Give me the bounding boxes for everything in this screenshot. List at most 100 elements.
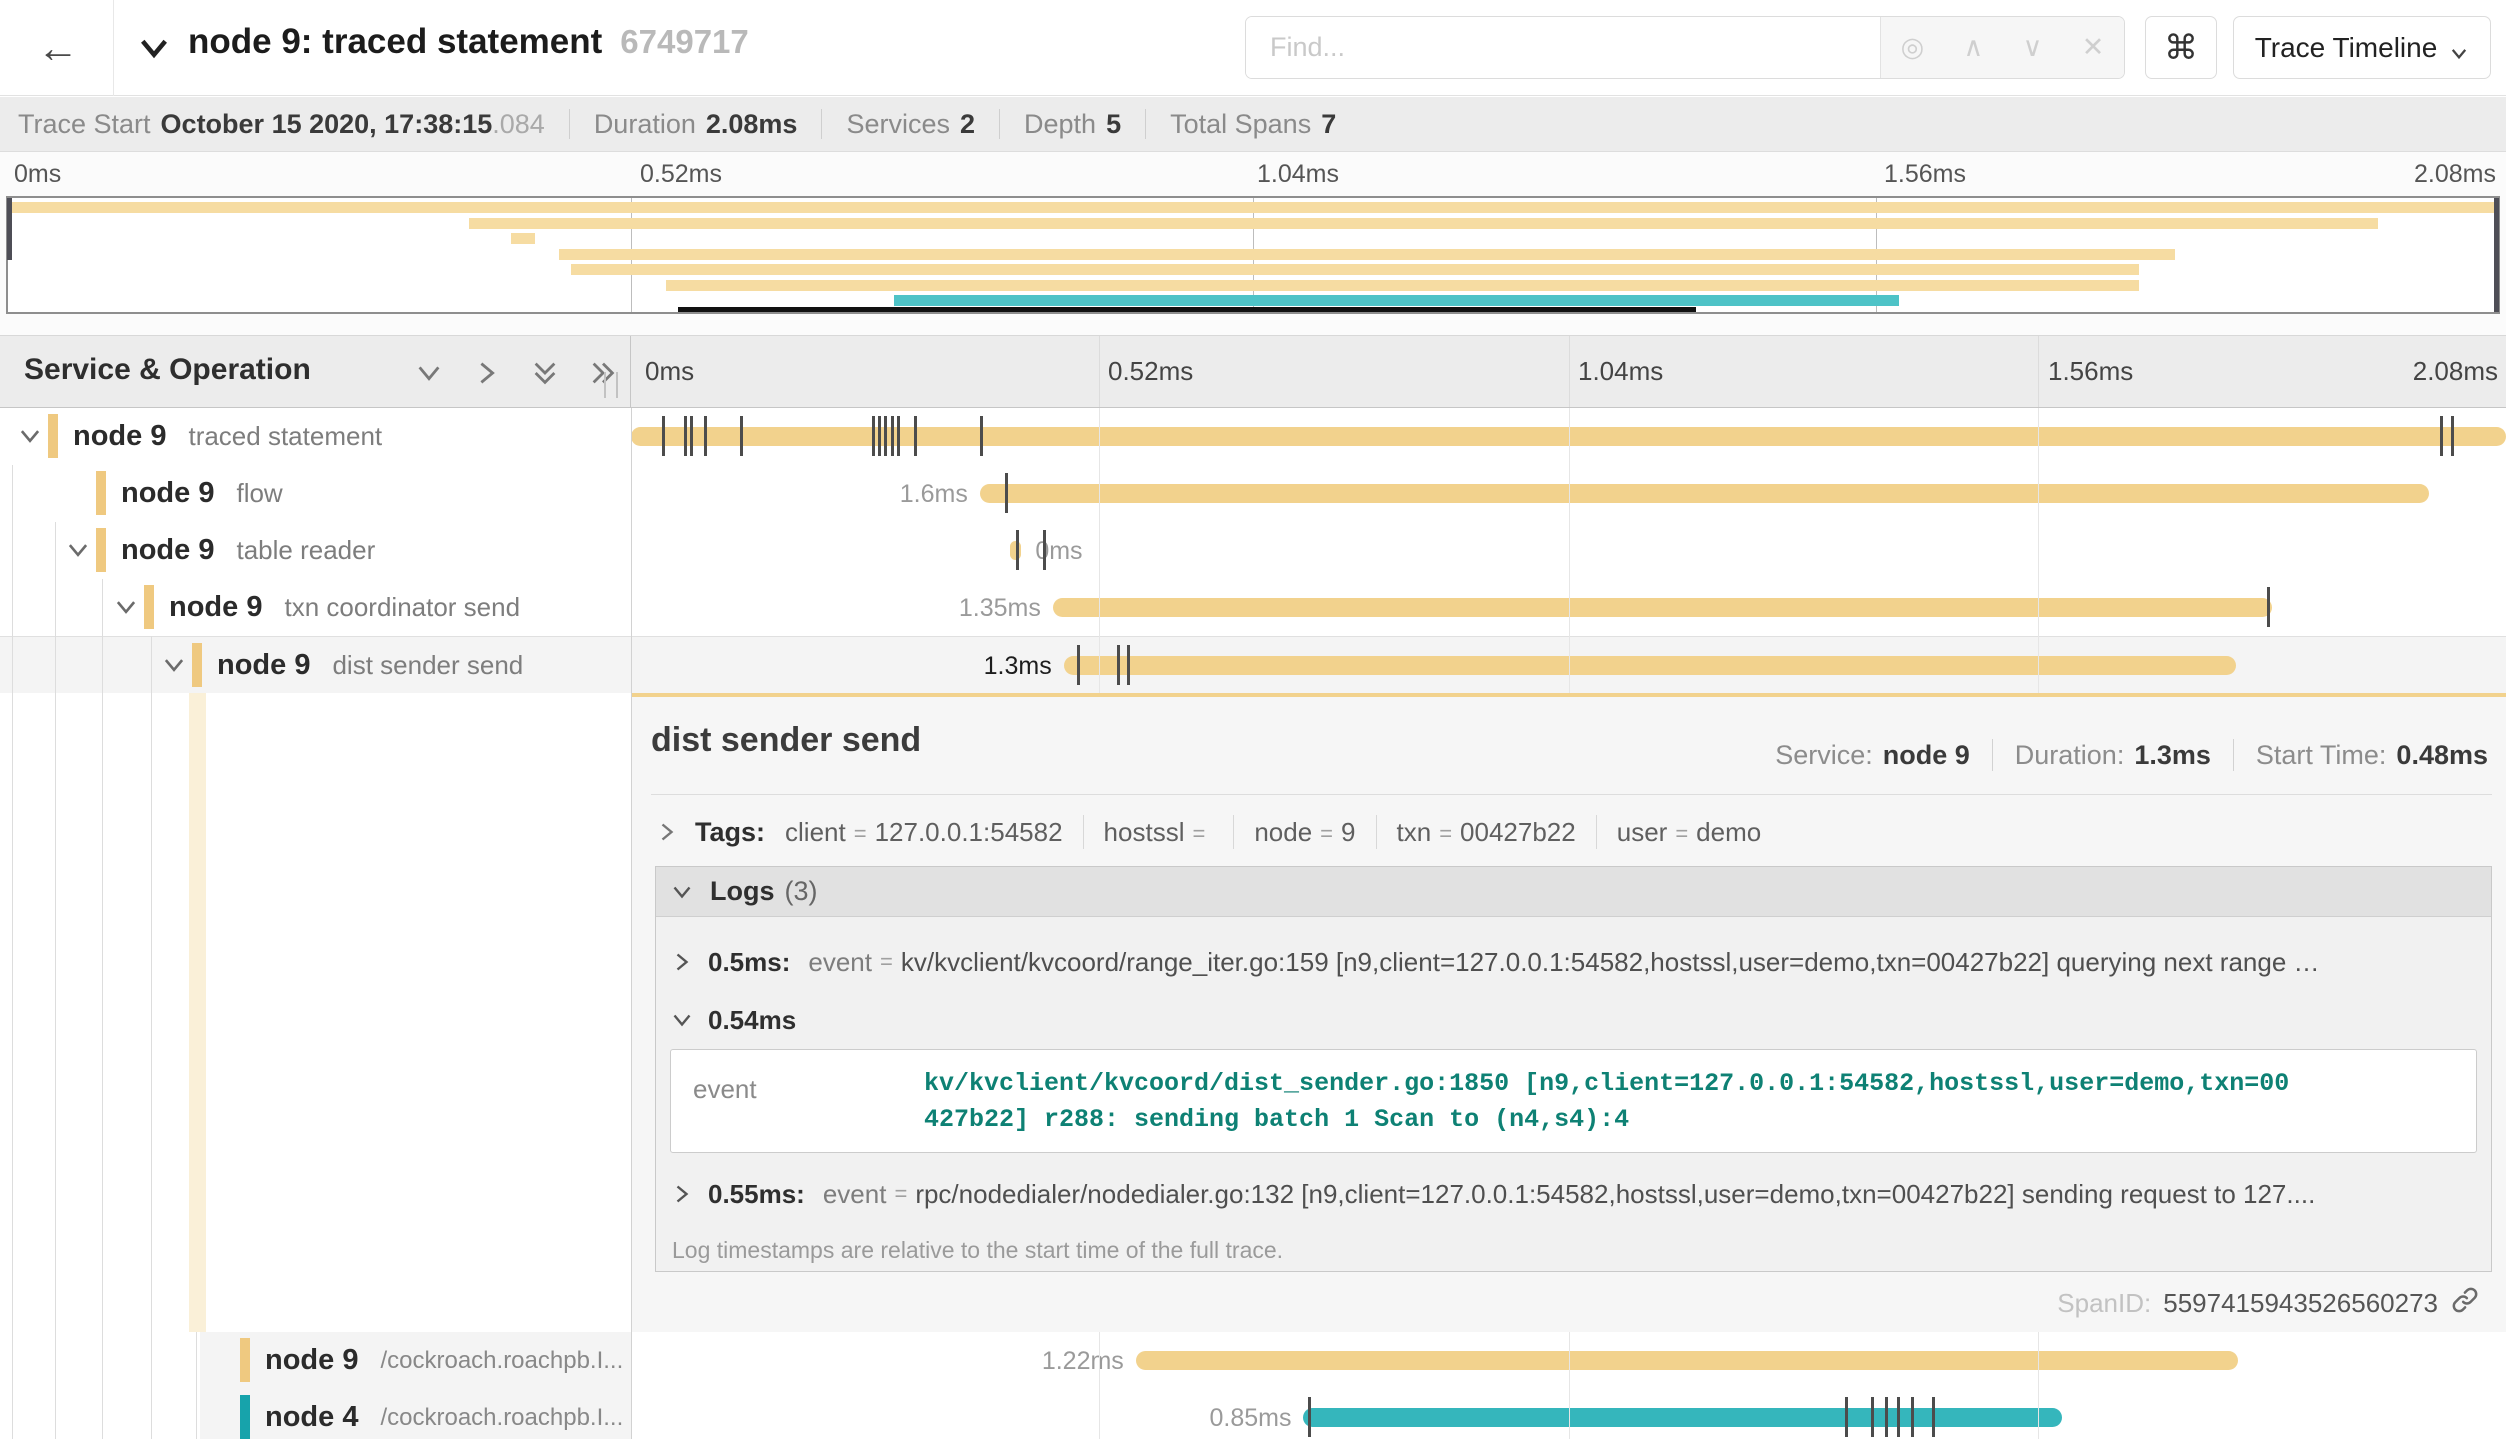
collapse-one-icon[interactable]: [414, 358, 444, 388]
log-entry[interactable]: 0.5ms: event = kv/kvclient/kvcoord/range…: [656, 929, 2491, 995]
log-value: rpc/nodedialer/nodedialer.go:132 [n9,cli…: [915, 1179, 2315, 1210]
span-row[interactable]: node 9 txn coordinator send 1.35ms: [0, 579, 2506, 636]
span-bar[interactable]: [1053, 598, 2272, 617]
span-name-cell[interactable]: node 9flow: [0, 465, 631, 522]
ruler-tick-label: 2.08ms: [2413, 356, 2498, 387]
span-duration-label: 0.85ms: [1210, 1404, 1292, 1433]
deep-link-icon[interactable]: [2450, 1285, 2480, 1322]
minimap-canvas[interactable]: [6, 196, 2500, 314]
tag-item: hostssl=: [1104, 817, 1214, 848]
logs-header[interactable]: Logs (3): [656, 867, 2491, 917]
locate-icon[interactable]: ◎: [1901, 32, 1925, 63]
log-marker: [2451, 416, 2454, 456]
ruler-tick-label: 0ms: [645, 356, 694, 387]
back-button[interactable]: ←: [14, 10, 102, 86]
duration-value: 2.08ms: [706, 109, 798, 140]
depth-value: 5: [1106, 109, 1121, 140]
span-row[interactable]: node 9flow1.6ms: [0, 465, 2506, 522]
keyboard-shortcuts-button[interactable]: ⌘: [2145, 16, 2217, 79]
log-marker: [662, 416, 665, 456]
span-bar[interactable]: [1136, 1351, 2238, 1370]
span-bar[interactable]: [980, 484, 2430, 503]
collapse-all-icon[interactable]: [530, 358, 560, 388]
span-name-cell[interactable]: node 9table reader: [0, 522, 631, 579]
span-name-cell[interactable]: node 4/cockroach.roachpb.I...: [0, 1389, 631, 1439]
span-name-cell[interactable]: node 9/cockroach.roachpb.I...: [0, 1332, 631, 1389]
services-value: 2: [960, 109, 975, 140]
span-row[interactable]: node 9table reader0ms: [0, 522, 2506, 579]
span-detail-meta: Service: node 9 Duration: 1.3ms Start Ti…: [1775, 739, 2488, 771]
span-operation-name: /cockroach.roachpb.I...: [380, 1404, 623, 1432]
minimap-span-bar: [8, 202, 2498, 213]
minimap-left-scrubber[interactable]: [7, 198, 12, 260]
log-timestamp: 0.54ms: [708, 1005, 796, 1036]
trace-start-value: October 15 2020, 17:38:15: [161, 109, 493, 140]
log-entry-expanded-header[interactable]: 0.54ms: [656, 995, 2491, 1045]
span-color-indicator: [96, 528, 106, 572]
span-rows-area: node 9traced statementnode 9flow1.6msnod…: [0, 408, 2506, 1439]
divider: [999, 109, 1000, 139]
trace-collapse-icon[interactable]: [136, 30, 172, 66]
span-name-cell[interactable]: node 9 txn coordinator send: [0, 579, 631, 636]
find-input[interactable]: [1246, 17, 1880, 78]
log-marker: [1911, 1397, 1914, 1437]
span-toggle-icon[interactable]: [65, 537, 91, 563]
column-resizer[interactable]: [604, 372, 618, 398]
span-row[interactable]: node 9traced statement: [0, 408, 2506, 465]
span-toggle-icon[interactable]: [161, 652, 187, 678]
divider: [1992, 739, 1993, 771]
divider: [651, 794, 2492, 795]
span-service-name: node 9: [169, 591, 262, 624]
span-id-value: 5597415943526560273: [2163, 1288, 2438, 1319]
total-spans-label: Total Spans: [1170, 109, 1311, 140]
column-divider[interactable]: [631, 408, 632, 1439]
tag-item: client=127.0.0.1:54582: [785, 817, 1063, 848]
log-entry[interactable]: 0.55ms: event = rpc/nodedialer/nodediale…: [656, 1161, 2491, 1227]
view-selector-button[interactable]: Trace Timeline: [2233, 16, 2491, 79]
span-service-name: node 9: [121, 477, 214, 510]
log-marker: [2440, 416, 2443, 456]
chevron-down-icon: [2449, 38, 2469, 58]
tags-accordion[interactable]: Tags: client=127.0.0.1:54582 hostssl= no…: [655, 807, 1761, 857]
next-result-icon[interactable]: ∨: [2023, 32, 2043, 63]
minimap-viewport-marker[interactable]: [678, 307, 1696, 312]
minimap-tick-label: 2.08ms: [2414, 160, 2496, 189]
span-row[interactable]: node 9dist sender send1.3ms: [0, 636, 2506, 693]
log-value: kv/kvclient/kvcoord/range_iter.go:159 [n…: [901, 947, 2320, 978]
duration-value: 1.3ms: [2134, 740, 2211, 771]
minimap-right-scrubber[interactable]: [2494, 198, 2499, 312]
prev-result-icon[interactable]: ∧: [1964, 32, 1984, 63]
timeline-header: Service & Operation 0ms 0.52ms 1.04ms 1.…: [0, 335, 2506, 408]
span-name-cell[interactable]: node 9traced statement: [0, 408, 631, 465]
tree-controls: [414, 358, 618, 388]
service-operation-title: Service & Operation: [24, 353, 311, 387]
tree-indent-guide: [151, 636, 152, 1439]
divider: [569, 109, 570, 139]
log-marker: [878, 416, 881, 456]
span-operation-name: txn coordinator send: [284, 592, 520, 623]
span-toggle-icon[interactable]: [17, 423, 43, 449]
span-detail-title: dist sender send: [651, 721, 921, 760]
span-id-label: SpanID:: [2057, 1288, 2151, 1319]
span-duration-label: 1.22ms: [1042, 1347, 1124, 1376]
log-marker: [704, 416, 707, 456]
span-duration-label: 1.35ms: [959, 594, 1041, 623]
tag-item: user=demo: [1617, 817, 1761, 848]
minimap-tick-label: 0.52ms: [640, 160, 722, 189]
duration-label: Duration:: [2015, 740, 2125, 771]
expand-one-icon[interactable]: [472, 358, 502, 388]
span-row[interactable]: node 9/cockroach.roachpb.I... 1.22ms: [0, 1332, 2506, 1389]
divider: [1083, 815, 1084, 849]
span-row[interactable]: node 4/cockroach.roachpb.I... 0.85ms: [0, 1389, 2506, 1439]
log-key: event: [823, 1179, 887, 1210]
span-service-name: node 9: [217, 649, 310, 682]
span-toggle-icon[interactable]: [113, 594, 139, 620]
span-service-name: node 9: [73, 420, 166, 453]
minimap-span-bar: [666, 280, 2138, 291]
total-spans-value: 7: [1321, 109, 1336, 140]
clear-search-icon[interactable]: ✕: [2082, 32, 2105, 63]
service-operation-header: Service & Operation: [0, 336, 631, 407]
span-bar[interactable]: [1303, 1408, 2062, 1427]
span-name-cell[interactable]: node 9dist sender send: [0, 637, 631, 693]
span-bar[interactable]: [1064, 656, 2236, 675]
